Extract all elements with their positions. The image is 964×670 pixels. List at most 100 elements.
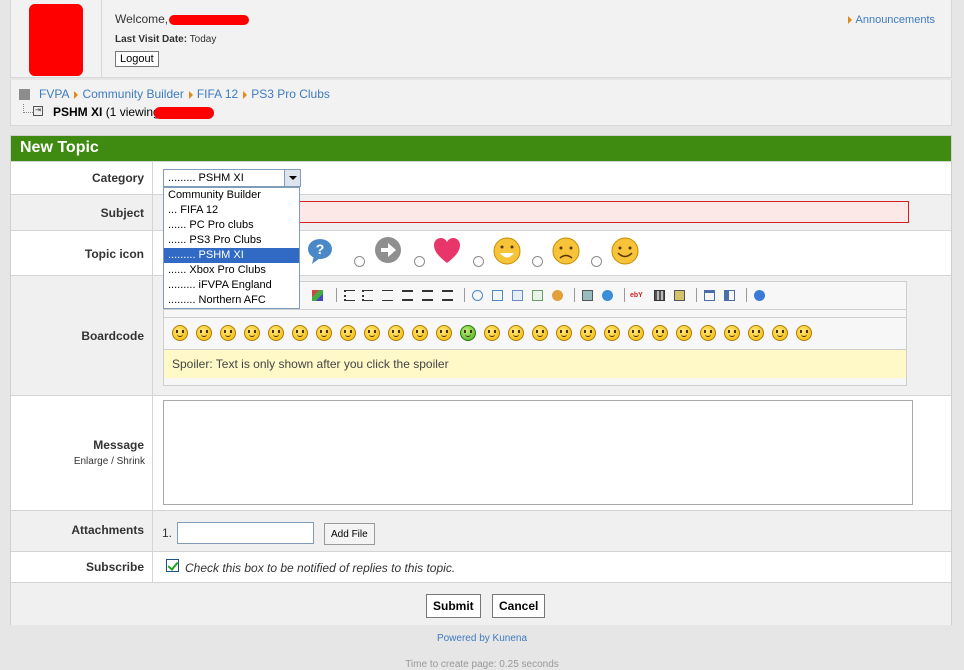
add-file-button[interactable]: Add File — [324, 523, 375, 545]
devil-smiley-icon[interactable] — [748, 325, 764, 341]
dizzy-smiley-icon[interactable] — [412, 325, 428, 341]
forum-arrow-icon: ⇥ — [33, 106, 43, 116]
redacted-username — [169, 14, 250, 25]
heart-icon[interactable] — [432, 236, 462, 266]
subscribe-label: Subscribe — [11, 552, 153, 583]
bullet-list-icon[interactable] — [344, 290, 355, 301]
arrow-right-icon — [188, 90, 193, 99]
grin-smiley-icon[interactable] — [244, 325, 260, 341]
arrow-right-icon[interactable] — [373, 236, 403, 266]
horizontal-rule-icon[interactable] — [704, 290, 715, 301]
sad-smiley-icon[interactable] — [196, 325, 212, 341]
blink-smiley-icon[interactable] — [340, 325, 356, 341]
chevron-down-icon[interactable] — [284, 170, 300, 186]
sideways-smiley-icon[interactable] — [676, 325, 692, 341]
align-right-icon[interactable] — [442, 290, 453, 301]
silly-smiley-icon[interactable] — [628, 325, 644, 341]
pinch-smiley-icon[interactable] — [652, 325, 668, 341]
category-select[interactable]: ......... PSHM XI — [163, 169, 301, 187]
cancel-button[interactable]: Cancel — [492, 594, 546, 618]
dazed-smiley-icon[interactable] — [772, 325, 788, 341]
breadcrumb-item-community-builder[interactable]: Community Builder — [82, 87, 183, 101]
quote-icon[interactable] — [472, 290, 483, 301]
laughing-face-icon[interactable] — [492, 236, 522, 266]
message-textarea[interactable] — [163, 400, 913, 505]
category-option[interactable]: ...... PS3 Pro Clubs — [164, 233, 299, 248]
video-icon[interactable] — [654, 290, 665, 301]
smiley-face-icon[interactable] — [610, 236, 640, 266]
breadcrumb-item-fifa-12[interactable]: FIFA 12 — [197, 87, 238, 101]
angry-smiley-icon[interactable] — [316, 325, 332, 341]
mad-smiley-icon[interactable] — [796, 325, 812, 341]
subscribe-checkbox[interactable] — [166, 559, 179, 572]
announcements-label[interactable]: Announcements — [856, 14, 936, 26]
breadcrumb-item-fvpa[interactable]: FVPA — [39, 87, 69, 101]
cool2-smiley-icon[interactable] — [724, 325, 740, 341]
toolbar-divider — [574, 288, 575, 302]
topic-icon-radio[interactable] — [354, 256, 365, 267]
map-icon[interactable] — [674, 290, 685, 301]
category-option[interactable]: ...... PC Pro clubs — [164, 218, 299, 233]
code-icon[interactable] — [492, 290, 503, 301]
image-icon[interactable] — [582, 290, 593, 301]
help-icon[interactable] — [754, 290, 765, 301]
list-item-icon[interactable] — [382, 290, 393, 301]
speech-bubble-icon[interactable]: ? — [306, 236, 336, 266]
users-icon[interactable] — [552, 290, 563, 301]
arrow-right-icon — [243, 90, 248, 99]
announcements-link[interactable]: Announcements — [847, 14, 936, 26]
viewing-count: (1 viewing — [105, 105, 160, 119]
align-center-icon[interactable] — [422, 290, 433, 301]
woohoo-smiley-icon[interactable] — [508, 325, 524, 341]
tongue-smiley-icon[interactable] — [292, 325, 308, 341]
attachment-file-input[interactable] — [177, 522, 314, 544]
smile-smiley-icon[interactable] — [220, 325, 236, 341]
whistle-smiley-icon[interactable] — [700, 325, 716, 341]
enlarge-link[interactable]: Enlarge — [74, 456, 108, 467]
topic-icon-radio[interactable] — [591, 256, 602, 267]
category-option[interactable]: ......... Northern AFC — [164, 293, 299, 308]
logout-button[interactable]: Logout — [115, 51, 159, 67]
submit-button[interactable]: Submit — [426, 594, 481, 618]
attachments-row: Attachments 1. Add File — [11, 510, 951, 551]
message-label: Message — [11, 396, 153, 510]
blush-smiley-icon[interactable] — [556, 325, 572, 341]
link-icon[interactable] — [602, 290, 613, 301]
category-option-selected[interactable]: ......... PSHM XI — [164, 248, 299, 263]
category-selected-value: ......... PSHM XI — [168, 172, 244, 184]
toolbar-divider — [696, 288, 697, 302]
category-dropdown-list: Community Builder ... FIFA 12 ...... PC … — [163, 187, 300, 309]
split-view-icon[interactable] — [724, 290, 735, 301]
category-option[interactable]: Community Builder — [164, 188, 299, 203]
toolbar-divider — [746, 288, 747, 302]
sick-smiley-icon[interactable] — [460, 325, 476, 341]
kiss-smiley-icon[interactable] — [580, 325, 596, 341]
color-grid-icon[interactable] — [312, 290, 323, 301]
hide-icon[interactable] — [532, 290, 543, 301]
divider — [101, 0, 102, 78]
shocked-smiley-icon[interactable] — [364, 325, 380, 341]
wink-smiley-icon[interactable] — [268, 325, 284, 341]
category-option[interactable]: ......... iFVPA England — [164, 278, 299, 293]
breadcrumb-item-ps3-pro-clubs[interactable]: PS3 Pro Clubs — [251, 87, 330, 101]
evil-smiley-icon[interactable] — [484, 325, 500, 341]
powered-by-link[interactable]: Powered by Kunena — [0, 633, 964, 644]
subscribe-text: Check this box to be notified of replies… — [185, 561, 456, 575]
confused-smiley-icon[interactable] — [388, 325, 404, 341]
align-left-icon[interactable] — [402, 290, 413, 301]
category-option[interactable]: ...... Xbox Pro Clubs — [164, 263, 299, 278]
cheeky-smiley-icon[interactable] — [604, 325, 620, 341]
sad-face-icon[interactable] — [551, 236, 581, 266]
topic-icon-radio[interactable] — [532, 256, 543, 267]
cool-smiley-icon[interactable] — [172, 325, 188, 341]
table-icon[interactable] — [512, 290, 523, 301]
topic-icon-radio[interactable] — [414, 256, 425, 267]
unsure-smiley-icon[interactable] — [532, 325, 548, 341]
ebay-icon[interactable]: ebY — [630, 290, 646, 301]
numbered-list-icon[interactable] — [362, 290, 373, 301]
topic-icon-radio[interactable] — [473, 256, 484, 267]
toolbar-divider — [336, 288, 337, 302]
shrink-link[interactable]: Shrink — [117, 456, 145, 467]
category-option[interactable]: ... FIFA 12 — [164, 203, 299, 218]
laugh-smiley-icon[interactable] — [436, 325, 452, 341]
